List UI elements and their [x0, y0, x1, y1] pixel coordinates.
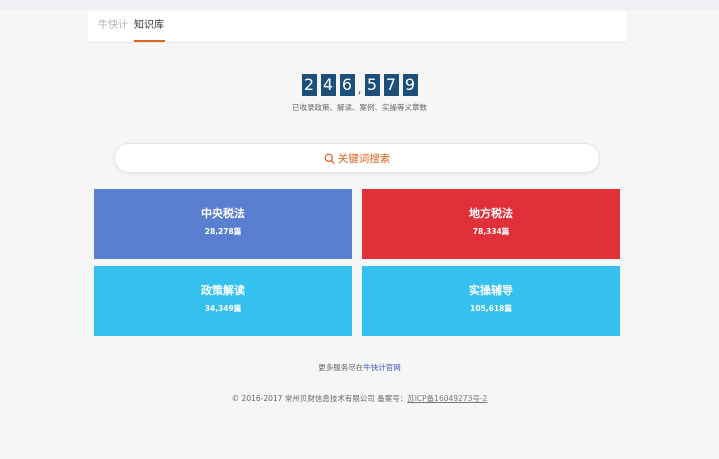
category-title: 地方税法 — [469, 207, 513, 220]
counter-digit: 2 — [301, 74, 317, 96]
footer: © 2016-2017 常州贝财信息技术有限公司 备案号：苏ICP备160492… — [0, 393, 719, 404]
icp-record-link[interactable]: 苏ICP备16049273号-2 — [407, 394, 487, 403]
more-services-text: 更多服务尽在 — [318, 363, 364, 372]
keyword-search-bar[interactable]: 关键词搜索 — [114, 143, 600, 173]
more-services-line: 更多服务尽在牛快计官网 — [0, 362, 719, 373]
counter-digit: 5 — [364, 74, 380, 96]
nav-tab-knowledge-base[interactable]: 知识库 — [134, 20, 164, 32]
top-navbar: 牛快计 知识库 — [88, 11, 626, 43]
counter-digit: 9 — [402, 74, 418, 96]
category-tile-practical-guidance[interactable]: 实操辅导 105,618篇 — [362, 266, 620, 336]
category-count: 34,349篇 — [204, 304, 242, 313]
official-site-link[interactable]: 牛快计官网 — [363, 363, 401, 372]
category-tile-local-tax-law[interactable]: 地方税法 78,334篇 — [362, 189, 620, 259]
counter-digit: 4 — [320, 74, 336, 96]
category-title: 政策解读 — [201, 284, 245, 297]
category-tile-policy-interpretation[interactable]: 政策解读 34,349篇 — [94, 266, 352, 336]
category-count: 105,618篇 — [470, 304, 512, 313]
category-title: 中央税法 — [201, 207, 245, 220]
search-placeholder: 关键词搜索 — [337, 153, 391, 165]
top-strip — [0, 0, 719, 10]
nav-brand-link[interactable]: 牛快计 — [98, 20, 128, 32]
category-title: 实操辅导 — [469, 284, 513, 297]
counter-separator: , — [357, 82, 362, 96]
category-tile-central-tax-law[interactable]: 中央税法 28,278篇 — [94, 189, 352, 259]
search-icon — [324, 153, 335, 165]
article-counter: 246,579 — [0, 74, 719, 96]
counter-digit: 7 — [383, 74, 399, 96]
footer-copyright: © 2016-2017 常州贝财信息技术有限公司 备案号： — [231, 394, 408, 403]
active-tab-indicator — [134, 40, 165, 42]
category-count: 78,334篇 — [472, 227, 510, 236]
counter-digit: 6 — [339, 74, 355, 96]
counter-caption: 已收录政策、解读、案例、实操等义章数 — [292, 103, 427, 112]
category-count: 28,278篇 — [204, 227, 242, 236]
